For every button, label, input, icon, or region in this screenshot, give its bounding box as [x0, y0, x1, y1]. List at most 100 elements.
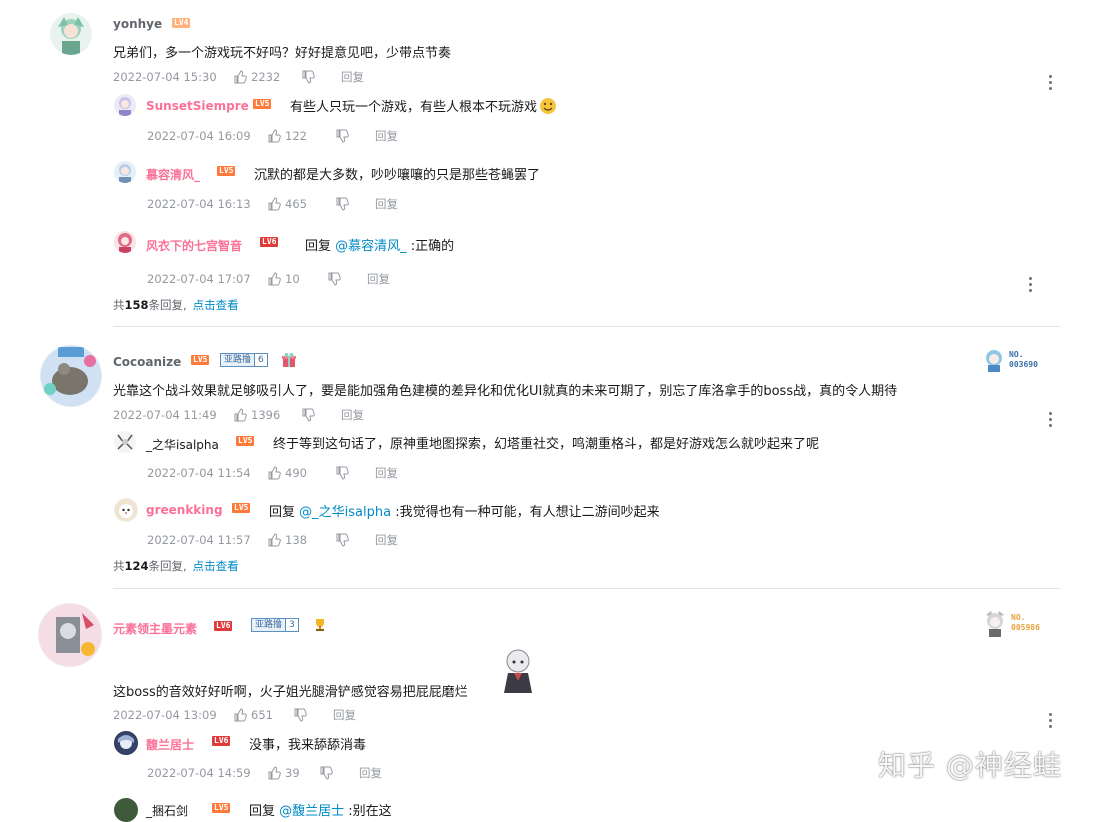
level-badge: LV6: [214, 621, 233, 631]
like-button[interactable]: 122: [267, 129, 335, 143]
username[interactable]: yonhye: [113, 17, 162, 31]
reply-button[interactable]: 回复: [341, 69, 364, 85]
badge-no: NO.: [1011, 613, 1026, 622]
like-count: 651: [251, 708, 273, 722]
more-options-icon[interactable]: [1049, 713, 1053, 729]
like-button[interactable]: 2232: [233, 70, 301, 84]
avatar[interactable]: [114, 161, 136, 183]
comment-meta: 2022-07-04 15:30 2232 回复: [113, 69, 364, 85]
like-count: 465: [285, 197, 307, 211]
like-button[interactable]: 1396: [233, 408, 301, 422]
like-button[interactable]: 39: [267, 766, 319, 780]
dislike-button[interactable]: [301, 70, 341, 84]
level-badge: LV5: [253, 99, 272, 109]
dislike-button[interactable]: [293, 708, 333, 722]
like-count: 10: [285, 272, 300, 286]
thumbs-down-icon: [302, 70, 315, 84]
watermark-text: 知乎 @神经蛙: [878, 749, 1062, 782]
emoji-icon: [539, 97, 557, 119]
reply-body: :别在这: [344, 804, 392, 819]
mention-link[interactable]: @_之华isalpha: [299, 505, 391, 520]
timestamp: 2022-07-04 16:09: [147, 129, 251, 143]
username[interactable]: 馥兰居士: [146, 736, 194, 753]
reply-meta: 2022-07-04 16:09 122 回复: [147, 128, 398, 144]
dislike-button[interactable]: [319, 766, 359, 780]
username[interactable]: SunsetSiempre: [146, 99, 249, 113]
level-badge: LV6: [212, 736, 231, 746]
reply-button[interactable]: 回复: [375, 196, 398, 212]
reply-button[interactable]: 回复: [375, 128, 398, 144]
more-options-icon[interactable]: [1049, 412, 1053, 428]
avatar[interactable]: [40, 345, 102, 407]
thumbs-up-icon: [234, 708, 247, 722]
reply-meta: 2022-07-04 14:59 39 回复: [147, 765, 382, 781]
reply-body: :我觉得也有一种可能，有人想让二游间吵起来: [391, 505, 660, 520]
view-more-link[interactable]: 点击查看: [193, 559, 239, 573]
username[interactable]: 慕容清风_: [146, 166, 200, 183]
like-count: 2232: [251, 70, 281, 84]
username[interactable]: _之华isalpha: [146, 436, 219, 453]
timestamp: 2022-07-04 15:30: [113, 70, 217, 84]
comment-meta: 2022-07-04 13:09 651 回复: [113, 707, 356, 723]
more-options-icon[interactable]: [1029, 277, 1033, 293]
thumbs-up-icon: [268, 766, 281, 780]
badge-number: 005986: [1011, 623, 1040, 632]
comment-text: 这boss的音效好好听啊，火子姐光腿滑铲感觉容易把屁屁磨烂: [113, 685, 468, 700]
reply-count: 共158条回复, 点击查看: [113, 297, 239, 313]
avatar[interactable]: [114, 231, 136, 253]
dislike-button[interactable]: [301, 408, 341, 422]
username[interactable]: 风衣下的七宫智音: [146, 237, 242, 254]
badge-character-icon: [986, 350, 1002, 372]
avatar[interactable]: [114, 798, 138, 822]
avatar[interactable]: [50, 13, 92, 55]
like-button[interactable]: 10: [267, 272, 327, 286]
fan-medal-level: 3: [285, 619, 298, 631]
like-button[interactable]: 651: [233, 708, 293, 722]
like-button[interactable]: 465: [267, 197, 335, 211]
dislike-button[interactable]: [335, 533, 375, 547]
fan-medal: 亚路撸 6: [220, 353, 268, 367]
username[interactable]: greenkking: [146, 503, 223, 517]
dislike-button[interactable]: [327, 272, 367, 286]
thumbs-down-icon: [336, 129, 349, 143]
username[interactable]: 元素领主墨元素: [113, 620, 197, 637]
fan-medal-name: 亚路撸: [221, 354, 255, 366]
more-options-icon[interactable]: [1049, 75, 1053, 91]
avatar[interactable]: [38, 603, 102, 667]
gift-icon: [281, 352, 297, 372]
sticker-emoji-icon: [500, 647, 536, 699]
reply-button[interactable]: 回复: [333, 707, 356, 723]
reply-text: 回复 @慕容清风_ :正确的: [305, 235, 454, 254]
avatar[interactable]: [114, 94, 136, 116]
count-number: 158: [124, 298, 149, 312]
reply-button[interactable]: 回复: [359, 765, 382, 781]
mention-link[interactable]: @慕容清风_: [335, 239, 407, 254]
avatar[interactable]: [114, 498, 138, 522]
reply-button[interactable]: 回复: [367, 271, 390, 287]
avatar[interactable]: [114, 731, 138, 755]
like-button[interactable]: 138: [267, 533, 335, 547]
timestamp: 2022-07-04 17:07: [147, 272, 251, 286]
thumbs-up-icon: [268, 466, 281, 480]
thumbs-down-icon: [336, 533, 349, 547]
username[interactable]: _捆石剑: [146, 802, 188, 819]
dislike-button[interactable]: [335, 466, 375, 480]
number-badge: NO. 005986: [983, 609, 1040, 637]
reply-text: 沉默的都是大多数，吵吵嚷嚷的只是那些苍蝇罢了: [254, 168, 541, 183]
reply-body: :正确的: [406, 239, 455, 254]
mention-link[interactable]: @馥兰居士: [279, 804, 344, 819]
reply-text: 有些人只玩一个游戏，有些人根本不玩游戏: [290, 96, 557, 119]
reply-button[interactable]: 回复: [375, 465, 398, 481]
reply-prefix: 回复: [305, 239, 336, 254]
like-button[interactable]: 490: [267, 466, 335, 480]
badge-number: 003690: [1009, 360, 1038, 369]
view-more-link[interactable]: 点击查看: [193, 298, 239, 312]
dislike-button[interactable]: [335, 197, 375, 211]
reply-button[interactable]: 回复: [341, 407, 364, 423]
avatar[interactable]: [114, 431, 136, 453]
reply-button[interactable]: 回复: [375, 532, 398, 548]
username[interactable]: Cocoanize: [113, 355, 181, 369]
dislike-button[interactable]: [335, 129, 375, 143]
count-suffix: 条回复,: [148, 298, 187, 312]
thumbs-down-icon: [320, 766, 333, 780]
